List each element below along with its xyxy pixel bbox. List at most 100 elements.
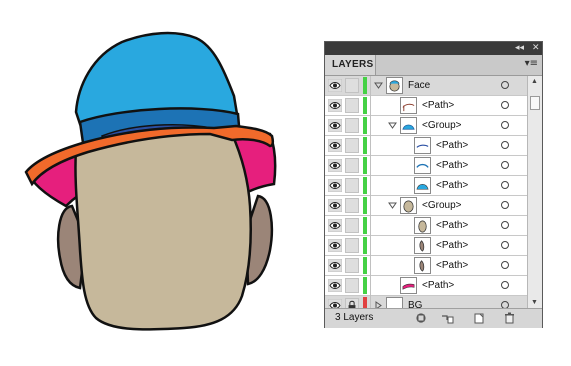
arc-thumb	[414, 157, 431, 174]
column-divider	[370, 276, 371, 296]
expand-triangle-icon[interactable]	[388, 121, 397, 130]
layer-row[interactable]: <Group>	[325, 116, 527, 136]
layer-row[interactable]: <Path>	[325, 136, 527, 156]
panel-tab-row: LAYERS ▾≡	[325, 55, 542, 76]
panel-footer: 3 Layers	[325, 308, 542, 328]
trash-icon[interactable]	[503, 312, 516, 324]
column-divider	[370, 236, 371, 256]
panel-menu-icon[interactable]: ▾≡	[525, 58, 538, 69]
lock-icon[interactable]	[345, 298, 359, 308]
target-circle-icon[interactable]	[501, 301, 509, 308]
target-circle-icon[interactable]	[501, 221, 509, 229]
target-circle-icon[interactable]	[501, 181, 509, 189]
visibility-eye-icon[interactable]	[328, 139, 342, 152]
lock-toggle[interactable]	[345, 158, 359, 173]
layer-name: BG	[408, 300, 423, 308]
column-divider	[370, 116, 371, 136]
layer-row[interactable]: <Path>	[325, 216, 527, 236]
lock-toggle[interactable]	[345, 98, 359, 113]
scroll-down-icon[interactable]: ▼	[531, 299, 538, 306]
layer-color-swatch	[363, 117, 367, 134]
panel-title-bar[interactable]: ◂◂ ✕	[325, 42, 542, 55]
layer-row[interactable]: <Group>	[325, 196, 527, 216]
visibility-eye-icon[interactable]	[328, 159, 342, 172]
column-divider	[370, 196, 371, 216]
layer-row[interactable]: <Path>	[325, 96, 527, 116]
collapsed-triangle-icon[interactable]	[374, 301, 383, 308]
layer-name: <Path>	[436, 240, 469, 251]
create-new-layer-icon[interactable]	[473, 312, 486, 324]
visibility-eye-icon[interactable]	[328, 279, 342, 292]
layer-row[interactable]: <Path>	[325, 156, 527, 176]
target-circle-icon[interactable]	[501, 161, 509, 169]
collapse-icon[interactable]: ◂◂	[515, 43, 524, 54]
target-circle-icon[interactable]	[501, 101, 509, 109]
vertical-scrollbar[interactable]: ▲ ▼	[527, 76, 542, 308]
visibility-eye-icon[interactable]	[328, 79, 342, 92]
visibility-eye-icon[interactable]	[328, 199, 342, 212]
layer-name: Face	[408, 80, 431, 91]
layer-color-swatch	[363, 217, 367, 234]
layer-color-swatch	[363, 257, 367, 274]
layer-row[interactable]: <Path>	[325, 236, 527, 256]
lock-toggle[interactable]	[345, 258, 359, 273]
target-circle-icon[interactable]	[501, 241, 509, 249]
layer-name: <Path>	[436, 140, 469, 151]
lock-toggle[interactable]	[345, 138, 359, 153]
expand-triangle-icon[interactable]	[388, 201, 397, 210]
target-circle-icon[interactable]	[501, 121, 509, 129]
lock-toggle[interactable]	[345, 278, 359, 293]
ear-thumb	[414, 237, 431, 254]
layer-name: <Path>	[436, 220, 469, 231]
target-circle-icon[interactable]	[501, 281, 509, 289]
close-icon[interactable]: ✕	[532, 43, 540, 54]
visibility-eye-icon[interactable]	[328, 219, 342, 232]
layer-color-swatch	[363, 137, 367, 154]
create-sublayer-icon[interactable]	[441, 312, 454, 324]
brim-thumb	[400, 277, 417, 294]
lock-toggle[interactable]	[345, 218, 359, 233]
visibility-eye-icon[interactable]	[328, 239, 342, 252]
lock-toggle[interactable]	[345, 178, 359, 193]
column-divider	[370, 296, 371, 308]
column-divider	[370, 136, 371, 156]
head-thumb	[400, 197, 417, 214]
column-divider	[370, 76, 371, 96]
tab-layers[interactable]: LAYERS	[325, 55, 376, 75]
expand-triangle-icon[interactable]	[374, 81, 383, 90]
column-divider	[370, 96, 371, 116]
column-divider	[370, 176, 371, 196]
layer-name: <Path>	[422, 100, 455, 111]
target-circle-icon[interactable]	[501, 141, 509, 149]
layer-row[interactable]: Face	[325, 76, 527, 96]
lock-toggle[interactable]	[345, 238, 359, 253]
hat-thumb	[400, 117, 417, 134]
visibility-eye-icon[interactable]	[328, 119, 342, 132]
layer-color-swatch	[363, 277, 367, 294]
column-divider	[370, 156, 371, 176]
face-thumb	[386, 77, 403, 94]
layer-row[interactable]: <Path>	[325, 256, 527, 276]
layer-row[interactable]: <Path>	[325, 276, 527, 296]
layer-color-swatch	[363, 97, 367, 114]
layers-panel: ◂◂ ✕ LAYERS ▾≡ Face <Path> <Group> <Path> <P…	[324, 41, 543, 328]
visibility-eye-icon[interactable]	[328, 99, 342, 112]
face-shape	[74, 131, 252, 331]
target-circle-icon[interactable]	[501, 261, 509, 269]
target-circle-icon[interactable]	[501, 81, 509, 89]
layer-row[interactable]: BG	[325, 296, 527, 308]
layer-color-swatch	[363, 297, 367, 308]
scroll-up-icon[interactable]: ▲	[531, 78, 538, 85]
column-divider	[370, 256, 371, 276]
scroll-thumb[interactable]	[530, 96, 540, 110]
layer-name: <Path>	[436, 180, 469, 191]
lock-toggle[interactable]	[345, 118, 359, 133]
visibility-eye-icon[interactable]	[328, 299, 342, 308]
visibility-eye-icon[interactable]	[328, 259, 342, 272]
layer-row[interactable]: <Path>	[325, 176, 527, 196]
visibility-eye-icon[interactable]	[328, 179, 342, 192]
target-circle-icon[interactable]	[501, 201, 509, 209]
make-clipping-mask-icon[interactable]	[415, 312, 428, 324]
lock-toggle[interactable]	[345, 78, 359, 93]
lock-toggle[interactable]	[345, 198, 359, 213]
